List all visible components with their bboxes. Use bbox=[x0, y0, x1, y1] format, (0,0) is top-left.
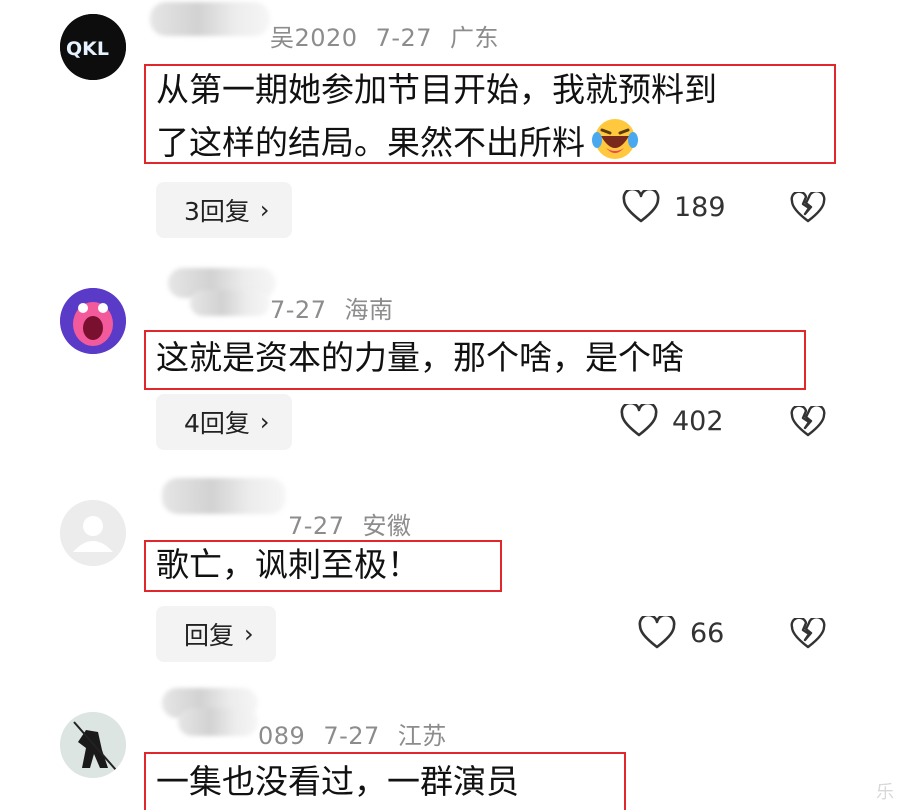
like-count: 66 bbox=[690, 617, 725, 649]
like-count: 189 bbox=[674, 191, 726, 223]
chevron-right-icon: › bbox=[259, 196, 270, 224]
view-replies-button[interactable]: 4回复 › bbox=[156, 394, 292, 450]
comment-text: 这就是资本的力量，那个啥，是个啥 bbox=[144, 330, 806, 390]
comment-date: 7-27 bbox=[323, 722, 380, 750]
comment-region: 江苏 bbox=[397, 722, 447, 750]
comment-text: 一集也没看过，一群演员 bbox=[144, 752, 626, 810]
broken-heart-icon bbox=[790, 192, 826, 224]
comment-meta: 吴2020 7-27 广东 bbox=[270, 18, 517, 53]
comment-region: 广东 bbox=[450, 24, 500, 52]
comment-date: 7-27 bbox=[375, 24, 433, 52]
avatar[interactable] bbox=[60, 712, 126, 778]
heart-outline-icon bbox=[620, 404, 658, 438]
chevron-right-icon: › bbox=[244, 620, 254, 648]
broken-heart-icon bbox=[790, 618, 826, 650]
like-button[interactable]: 189 bbox=[622, 190, 726, 224]
comment-date: 7-27 bbox=[288, 512, 345, 540]
heart-outline-icon bbox=[622, 190, 660, 224]
username-blurred[interactable] bbox=[162, 478, 286, 514]
comment-date: 7-27 bbox=[270, 296, 327, 324]
dislike-button[interactable] bbox=[790, 406, 826, 438]
comment-region: 海南 bbox=[344, 296, 394, 324]
comment-text-line: 从第一期她参加节目开始，我就预料到 bbox=[156, 70, 717, 109]
like-button[interactable]: 402 bbox=[620, 404, 724, 438]
username-suffix: 吴2020 bbox=[270, 24, 358, 52]
svg-text:QKL: QKL bbox=[66, 38, 109, 60]
comment-text-line: 歌亡，讽刺至极！ bbox=[156, 545, 420, 584]
reply-count-label: 3回复 bbox=[184, 197, 250, 226]
broken-heart-icon bbox=[790, 406, 826, 438]
comment-meta: 7-27 安徽 bbox=[288, 506, 429, 541]
comment-text-line: 这就是资本的力量，那个啥，是个啥 bbox=[156, 338, 684, 377]
like-button[interactable]: 66 bbox=[638, 616, 724, 650]
avatar[interactable] bbox=[60, 500, 126, 566]
comment-text-line: 一集也没看过，一群演员 bbox=[156, 762, 519, 801]
username-blurred-2 bbox=[190, 290, 270, 316]
comment-text: 从第一期她参加节目开始，我就预料到 了这样的结局。果然不出所料 bbox=[144, 64, 836, 164]
view-replies-button[interactable]: 3回复 › bbox=[156, 182, 292, 238]
reply-label: 回复 bbox=[184, 621, 235, 650]
username-blurred-2 bbox=[178, 708, 258, 736]
username-blurred[interactable] bbox=[150, 2, 270, 36]
laugh-cry-emoji-icon bbox=[591, 114, 639, 162]
watermark: 乐 bbox=[876, 782, 894, 803]
heart-outline-icon bbox=[638, 616, 676, 650]
comment-meta: 089 7-27 江苏 bbox=[258, 716, 465, 751]
dislike-button[interactable] bbox=[790, 618, 826, 650]
username-suffix: 089 bbox=[258, 722, 306, 750]
comment-meta: 7-27 海南 bbox=[270, 290, 411, 325]
comment-region: 安徽 bbox=[362, 512, 412, 540]
like-count: 402 bbox=[672, 405, 724, 437]
avatar[interactable] bbox=[60, 288, 126, 354]
avatar[interactable]: QKL bbox=[60, 14, 126, 80]
reply-button[interactable]: 回复 › bbox=[156, 606, 276, 662]
chevron-right-icon: › bbox=[259, 408, 270, 436]
comment-text-line-2: 了这样的结局。果然不出所料 bbox=[156, 114, 824, 167]
reply-count-label: 4回复 bbox=[184, 409, 250, 438]
comment-text: 歌亡，讽刺至极！ bbox=[144, 540, 502, 592]
dislike-button[interactable] bbox=[790, 192, 826, 224]
